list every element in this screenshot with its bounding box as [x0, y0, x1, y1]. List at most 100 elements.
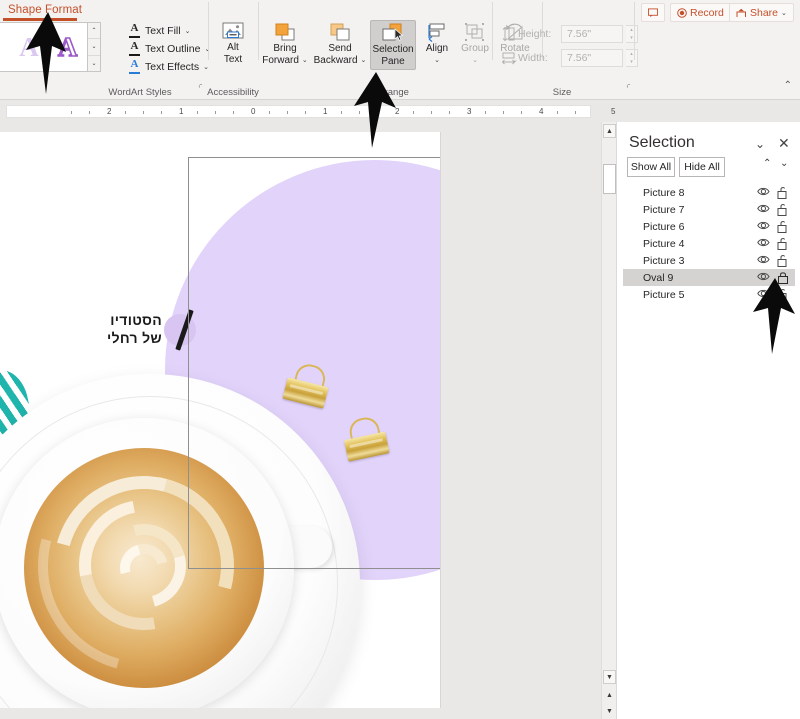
- selection-pane-item-label: Picture 8: [643, 186, 685, 199]
- eye-icon: [757, 272, 770, 281]
- lock-toggle-unlocked[interactable]: [777, 254, 789, 270]
- selection-pane-item[interactable]: Picture 8: [623, 184, 795, 201]
- text-effects-button[interactable]: A Text Effects ⌄: [128, 58, 209, 75]
- send-backward-button[interactable]: Send Backward ⌄: [312, 20, 368, 68]
- wordart-gallery-scroll[interactable]: ⌃ ⌄ ⌄: [88, 22, 101, 72]
- width-stepper-down[interactable]: ▾: [626, 58, 637, 66]
- unlock-icon: [777, 255, 787, 267]
- close-icon[interactable]: ✕: [778, 135, 790, 152]
- ruler-tick-2L: 2: [107, 107, 112, 116]
- size-dialog-launcher[interactable]: ⌌: [624, 80, 630, 89]
- text-effects-icon: A: [128, 59, 141, 74]
- move-up-icon[interactable]: ⌃: [763, 158, 771, 169]
- record-button[interactable]: Record: [670, 3, 731, 22]
- height-stepper[interactable]: ▴ ▾: [626, 25, 638, 43]
- selection-bounding-box[interactable]: [188, 157, 440, 569]
- lock-toggle-unlocked[interactable]: [777, 186, 789, 202]
- bring-forward-line2: Forward: [262, 55, 299, 66]
- next-slide-button[interactable]: ▼: [603, 704, 616, 718]
- eye-icon: [757, 255, 770, 264]
- bring-forward-button[interactable]: Bring Forward ⌄: [260, 20, 310, 68]
- gallery-more-icon[interactable]: ⌄: [88, 56, 100, 71]
- logo-line-1: הסטודיו: [110, 312, 162, 328]
- tab-shape-format[interactable]: Shape Format: [5, 3, 85, 19]
- ruler-tick-5R: 5: [611, 107, 616, 116]
- send-backward-line1: Send: [328, 43, 352, 54]
- visibility-toggle[interactable]: [757, 288, 770, 302]
- share-button[interactable]: Share ⌄: [729, 3, 794, 22]
- height-label: Height:: [518, 28, 552, 40]
- share-icon: [736, 8, 746, 17]
- selection-pane-button[interactable]: Selection Pane: [370, 20, 416, 70]
- wordart-style-2[interactable]: A: [10, 23, 49, 71]
- align-caret-icon[interactable]: ⌄: [434, 55, 440, 66]
- selection-pane-item-label: Picture 6: [643, 220, 685, 233]
- send-backward-caret-icon[interactable]: ⌄: [361, 55, 367, 66]
- gallery-scroll-up-icon[interactable]: ⌃: [88, 23, 100, 40]
- width-input[interactable]: 7.56": [561, 49, 623, 67]
- eye-icon: [757, 221, 770, 230]
- vertical-scrollbar[interactable]: ▲ ▼ ▲ ▼: [601, 122, 616, 719]
- comment-icon: [648, 7, 658, 17]
- scrollbar-thumb[interactable]: [603, 164, 616, 194]
- comment-button[interactable]: [641, 3, 665, 22]
- visibility-toggle[interactable]: [757, 186, 770, 200]
- text-outline-icon: A: [128, 41, 141, 56]
- lock-toggle-locked[interactable]: [777, 271, 789, 287]
- lock-toggle-unlocked[interactable]: [777, 220, 789, 236]
- lock-toggle-unlocked[interactable]: [777, 203, 789, 219]
- scroll-down-button[interactable]: ▼: [603, 670, 616, 684]
- wordart-gallery[interactable]: A A A: [0, 22, 88, 72]
- chevron-down-icon[interactable]: ⌄: [755, 137, 765, 151]
- studio-logo[interactable]: הסטודיו של רחלי: [88, 309, 198, 356]
- width-stepper-up[interactable]: ▴: [626, 50, 637, 58]
- visibility-toggle[interactable]: [757, 237, 770, 251]
- unlock-icon: [777, 204, 787, 216]
- wordart-style-3[interactable]: A: [48, 23, 87, 71]
- align-button[interactable]: Align ⌄: [420, 20, 454, 68]
- selection-pane-item[interactable]: Oval 9: [623, 269, 795, 286]
- text-fill-button[interactable]: A Text Fill ⌄: [128, 22, 190, 39]
- horizontal-ruler[interactable]: 2 1 0 1 2 3 4 5: [0, 100, 800, 122]
- previous-slide-button[interactable]: ▲: [603, 688, 616, 702]
- text-effects-caret-icon[interactable]: ⌄: [203, 63, 209, 71]
- text-outline-button[interactable]: A Text Outline ⌄: [128, 40, 210, 57]
- hide-all-button[interactable]: Hide All: [679, 157, 725, 177]
- selection-pane-item[interactable]: Picture 7: [623, 201, 795, 218]
- text-fill-caret-icon[interactable]: ⌄: [185, 27, 191, 35]
- selection-pane-item[interactable]: Picture 3: [623, 252, 795, 269]
- bring-forward-caret-icon[interactable]: ⌄: [302, 55, 308, 66]
- eye-icon: [757, 187, 770, 196]
- collapse-ribbon-button[interactable]: ⌃: [784, 80, 792, 91]
- show-all-button[interactable]: Show All: [627, 157, 675, 177]
- align-label: Align: [425, 43, 449, 54]
- width-label: Width:: [518, 52, 548, 64]
- height-input[interactable]: 7.56": [561, 25, 623, 43]
- group-button[interactable]: Group ⌄: [456, 20, 494, 68]
- ruler-tick-3R: 3: [467, 107, 472, 116]
- selection-pane-item[interactable]: Picture 4: [623, 235, 795, 252]
- lock-toggle-unlocked[interactable]: [777, 288, 789, 304]
- selection-pane-item[interactable]: Picture 5: [623, 286, 795, 303]
- wordart-style-1[interactable]: A: [0, 23, 10, 71]
- height-stepper-up[interactable]: ▴: [626, 26, 637, 34]
- selection-pane-item-label: Picture 3: [643, 254, 685, 267]
- group-label-accessibility: Accessibility: [207, 87, 259, 98]
- visibility-toggle[interactable]: [757, 254, 770, 268]
- gallery-scroll-down-icon[interactable]: ⌄: [88, 39, 100, 56]
- visibility-toggle[interactable]: [757, 271, 770, 285]
- selection-pane-item-label: Picture 7: [643, 203, 685, 216]
- scroll-up-button[interactable]: ▲: [603, 124, 616, 138]
- group-caret-icon[interactable]: ⌄: [472, 55, 478, 66]
- wordart-dialog-launcher[interactable]: ⌌: [196, 80, 202, 89]
- height-stepper-down[interactable]: ▾: [626, 34, 637, 42]
- selection-pane-item[interactable]: Picture 6: [623, 218, 795, 235]
- visibility-toggle[interactable]: [757, 203, 770, 217]
- visibility-toggle[interactable]: [757, 220, 770, 234]
- alt-text-button[interactable]: Alt Text: [212, 20, 254, 67]
- lock-toggle-unlocked[interactable]: [777, 237, 789, 253]
- move-down-icon[interactable]: ⌄: [780, 158, 788, 169]
- share-label: Share: [750, 6, 779, 19]
- width-stepper[interactable]: ▴ ▾: [626, 49, 638, 67]
- slide-canvas[interactable]: הסטודיו של רחלי: [0, 132, 441, 708]
